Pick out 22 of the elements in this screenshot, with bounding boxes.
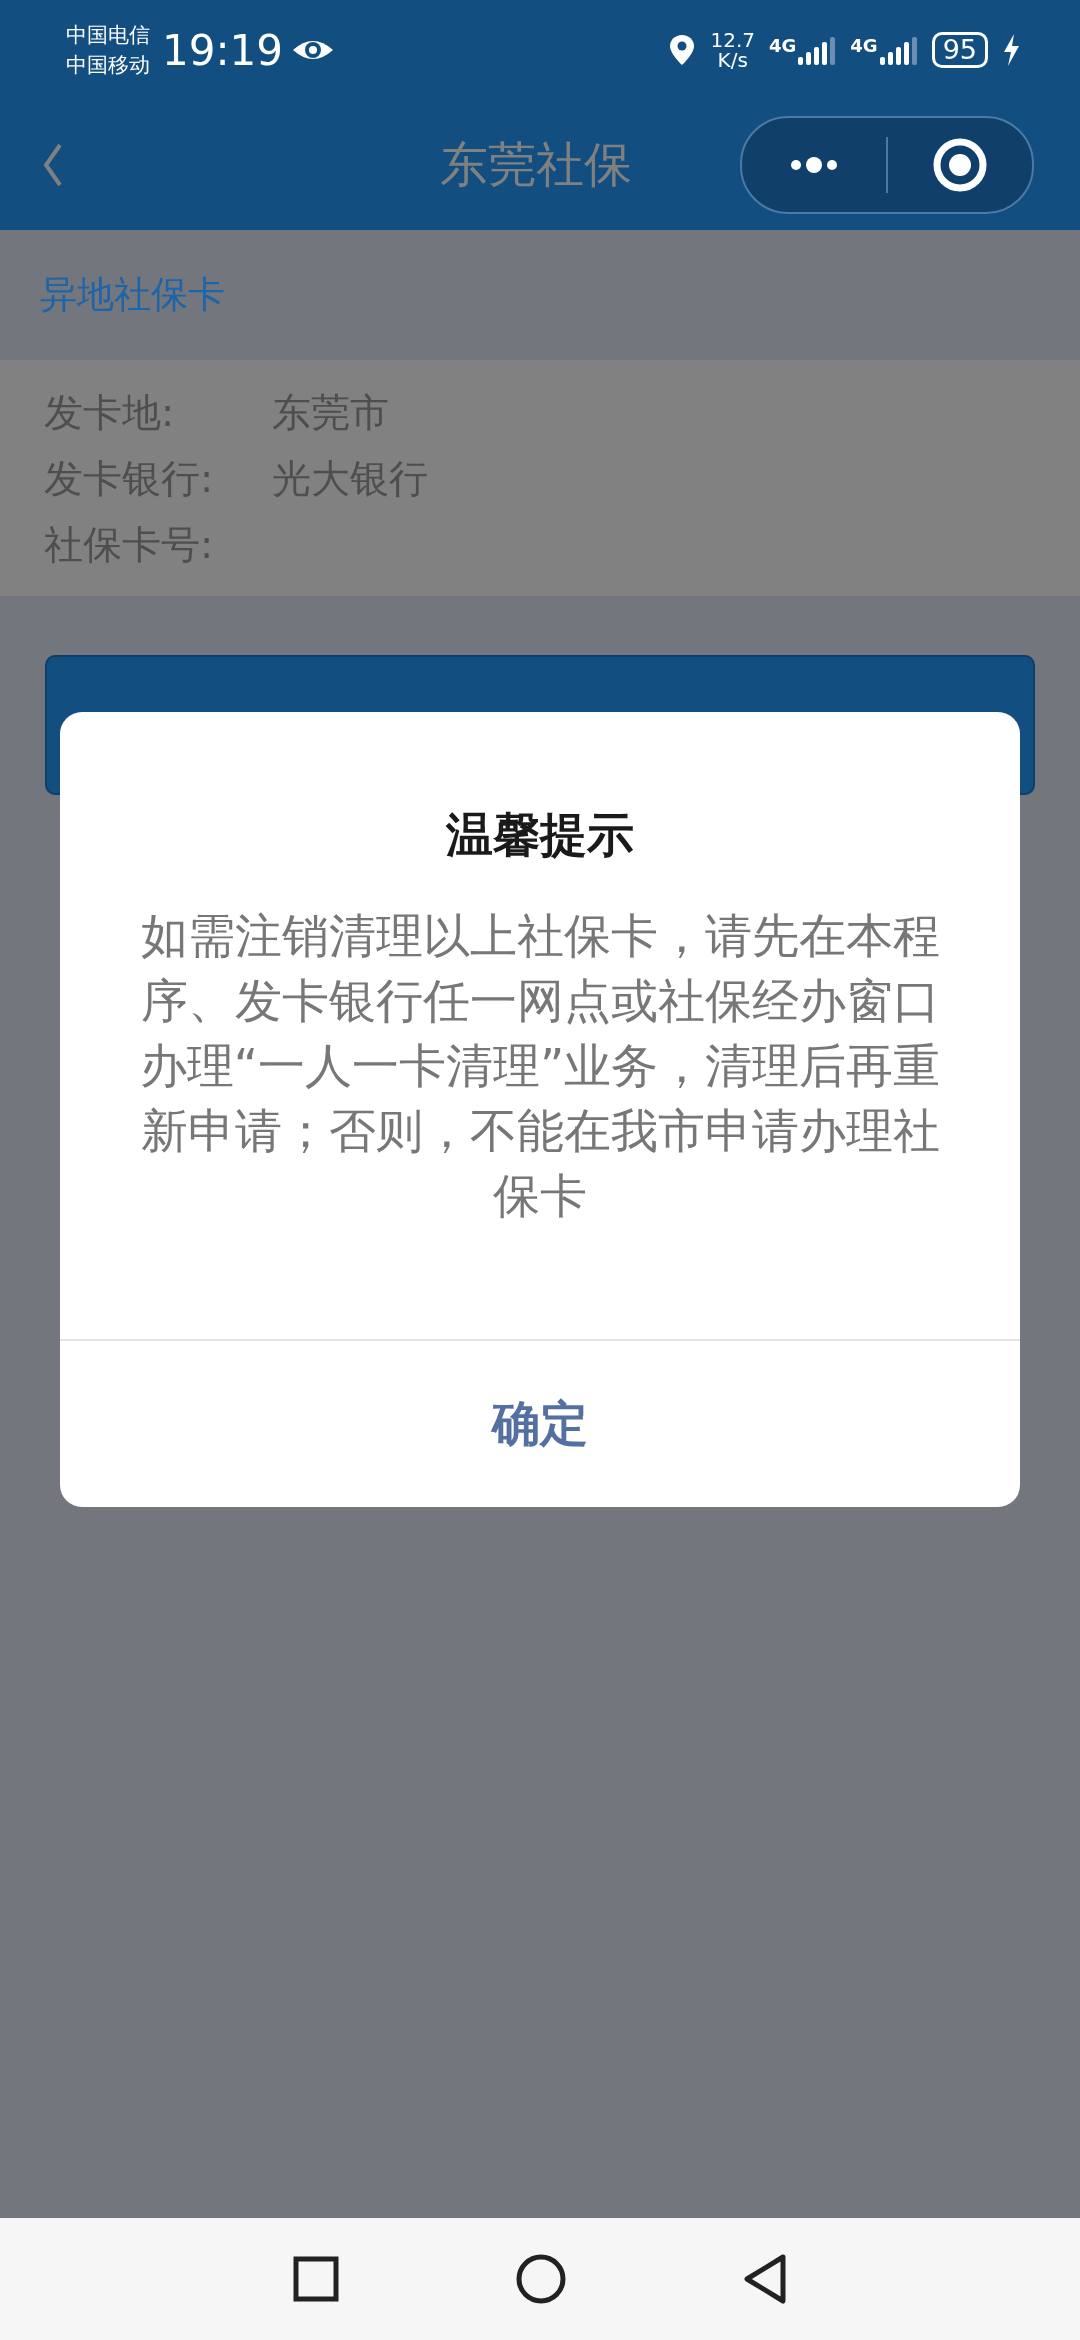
network-type: 4G <box>850 35 878 56</box>
page-title: 东莞社保 <box>440 135 632 194</box>
signal-icon <box>879 35 918 65</box>
network-speed: 12.7 <box>710 30 755 50</box>
confirm-button[interactable]: 确定 <box>60 1339 1020 1507</box>
dialog-message: 如需注销清理以上社保卡，请先在本程序、发卡银行任一网点或社保经办窗口办理“一人一卡清理”业务，清理后再重新申请；否则，不能在我市申请办理社保卡 <box>138 907 942 1225</box>
location-icon <box>668 33 697 67</box>
network-speed: K/s <box>717 50 748 70</box>
square-icon <box>293 2256 340 2302</box>
back-icon <box>42 141 64 189</box>
more-icon <box>790 155 838 175</box>
battery-icon: 95 <box>931 32 988 68</box>
network-type: 4G <box>769 35 797 56</box>
circle-icon <box>516 2254 566 2304</box>
target-icon <box>932 137 988 193</box>
section-title: 异地社保卡 <box>40 272 225 318</box>
carrier-name: 中国移动 <box>66 52 150 79</box>
clock-time: 19:19 <box>162 25 284 75</box>
back-triangle-icon <box>742 2254 787 2304</box>
dialog-title: 温馨提示 <box>446 806 634 864</box>
carrier-name: 中国电信 <box>66 22 150 49</box>
signal-icon <box>798 35 837 65</box>
